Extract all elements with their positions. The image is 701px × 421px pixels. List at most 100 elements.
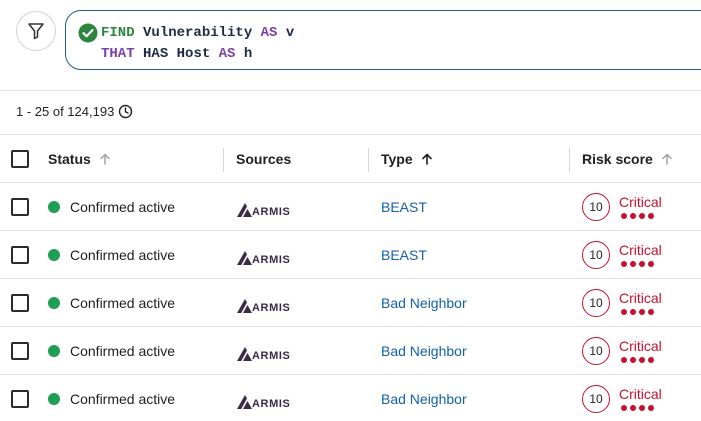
table-row[interactable]: Confirmed active ARMIS BEAST 10 Critical <box>0 231 701 279</box>
status-indicator-dot <box>48 200 60 213</box>
column-header-sources[interactable]: Sources <box>224 151 369 167</box>
severity-level-dots <box>621 404 662 411</box>
filter-button[interactable] <box>16 11 56 51</box>
risk-score-value: 10 <box>589 391 603 406</box>
vulnerability-type-link[interactable]: Bad Neighbor <box>381 343 467 359</box>
vulnerability-type-link[interactable]: Bad Neighbor <box>381 295 467 311</box>
status-text: Confirmed active <box>70 198 176 215</box>
column-header-label: Sources <box>236 150 292 167</box>
armis-logo: ARMIS <box>236 196 290 218</box>
status-text: Confirmed active <box>70 342 176 359</box>
severity-dot <box>621 308 627 315</box>
severity-dot <box>621 260 627 267</box>
results-range-label: 1 - 25 of 124,193 <box>16 104 115 119</box>
query-editor[interactable]: FIND Vulnerability AS v THAT HAS Host AS… <box>65 10 701 70</box>
severity-dot <box>630 260 636 267</box>
vulnerability-type-link[interactable]: BEAST <box>381 199 427 215</box>
query-keyword: THAT <box>101 45 135 62</box>
query-identifier: v <box>285 24 295 41</box>
table-row[interactable]: Confirmed active ARMIS Bad Neighbor 10 C… <box>0 375 701 421</box>
severity-dot <box>648 308 654 315</box>
severity-dot <box>639 404 645 411</box>
severity-dot <box>639 260 645 267</box>
armis-logo: ARMIS <box>236 244 290 266</box>
severity-dot <box>630 308 636 315</box>
severity-label: Critical <box>619 385 662 402</box>
status-text: Confirmed active <box>70 246 176 263</box>
risk-score-value: 10 <box>589 199 603 214</box>
column-header-type[interactable]: Type <box>369 151 570 167</box>
query-identifier: h <box>243 45 253 62</box>
risk-score-badge: 10 <box>582 384 610 413</box>
row-checkbox[interactable] <box>11 341 29 360</box>
sort-arrow-up-icon[interactable] <box>99 153 111 165</box>
row-checkbox[interactable] <box>11 197 29 216</box>
column-header-label: Risk score <box>582 150 653 167</box>
query-line-1: FIND Vulnerability AS v <box>78 22 701 43</box>
query-keyword: AS <box>260 24 278 41</box>
divider <box>0 90 701 91</box>
vulnerability-type-link[interactable]: BEAST <box>381 247 427 263</box>
status-indicator-dot <box>48 344 60 357</box>
status-indicator-dot <box>48 248 60 261</box>
vulnerability-type-link[interactable]: Bad Neighbor <box>381 391 467 407</box>
severity-dot <box>621 356 627 363</box>
source-name: ARMIS <box>252 301 291 314</box>
column-header-risk-score[interactable]: Risk score <box>570 151 701 167</box>
severity-dot <box>648 212 654 219</box>
table-row[interactable]: Confirmed active ARMIS Bad Neighbor 10 C… <box>0 327 701 375</box>
row-checkbox[interactable] <box>11 293 29 312</box>
severity-label: Critical <box>619 241 662 258</box>
status-indicator-dot <box>48 296 60 309</box>
severity-label: Critical <box>619 337 662 354</box>
funnel-icon <box>28 23 44 40</box>
severity-level-dots <box>621 212 662 219</box>
severity-dot <box>621 404 627 411</box>
clock-icon[interactable] <box>118 104 133 119</box>
severity-label: Critical <box>619 289 662 306</box>
table-row[interactable]: Confirmed active ARMIS BEAST 10 Critical <box>0 183 701 231</box>
severity-dot <box>630 404 636 411</box>
severity-dot <box>621 212 627 219</box>
severity-dot <box>639 356 645 363</box>
severity-level-dots <box>621 308 662 315</box>
severity-label: Critical <box>619 193 662 210</box>
severity-dot <box>648 260 654 267</box>
query-keyword: FIND <box>101 24 135 41</box>
column-header-status[interactable]: Status <box>48 151 224 167</box>
severity-level-dots <box>621 260 662 267</box>
results-count: 1 - 25 of 124,193 <box>16 104 133 119</box>
severity-dot <box>639 212 645 219</box>
select-all-checkbox[interactable] <box>11 149 29 168</box>
severity-dot <box>648 404 654 411</box>
sort-arrow-up-icon[interactable] <box>661 153 673 165</box>
severity-level-dots <box>621 356 662 363</box>
column-header-label: Status <box>48 150 91 167</box>
source-name: ARMIS <box>252 253 291 266</box>
severity-dot <box>630 212 636 219</box>
status-indicator-dot <box>48 392 60 405</box>
armis-logo: ARMIS <box>236 292 290 314</box>
row-checkbox[interactable] <box>11 245 29 264</box>
armis-logo: ARMIS <box>236 340 290 362</box>
sort-arrow-up-icon[interactable] <box>421 153 433 165</box>
risk-score-badge: 10 <box>582 192 610 221</box>
table-header: Status Sources Type Risk score <box>0 134 701 183</box>
risk-score-badge: 10 <box>582 240 610 269</box>
column-separator[interactable] <box>223 148 224 172</box>
source-name: ARMIS <box>252 349 291 362</box>
query-line-2: THAT HAS Host AS h <box>78 43 701 64</box>
risk-score-value: 10 <box>589 295 603 310</box>
query-identifier: Vulnerability <box>143 24 253 41</box>
status-text: Confirmed active <box>70 390 176 407</box>
column-separator[interactable] <box>368 148 369 172</box>
table-row[interactable]: Confirmed active ARMIS Bad Neighbor 10 C… <box>0 279 701 327</box>
column-separator[interactable] <box>569 148 570 172</box>
source-name: ARMIS <box>252 397 291 410</box>
query-keyword: HAS <box>143 45 169 62</box>
row-checkbox[interactable] <box>11 389 29 408</box>
results-table: Status Sources Type Risk score Confirmed… <box>0 134 701 421</box>
risk-score-value: 10 <box>589 343 603 358</box>
severity-dot <box>630 356 636 363</box>
status-text: Confirmed active <box>70 294 176 311</box>
